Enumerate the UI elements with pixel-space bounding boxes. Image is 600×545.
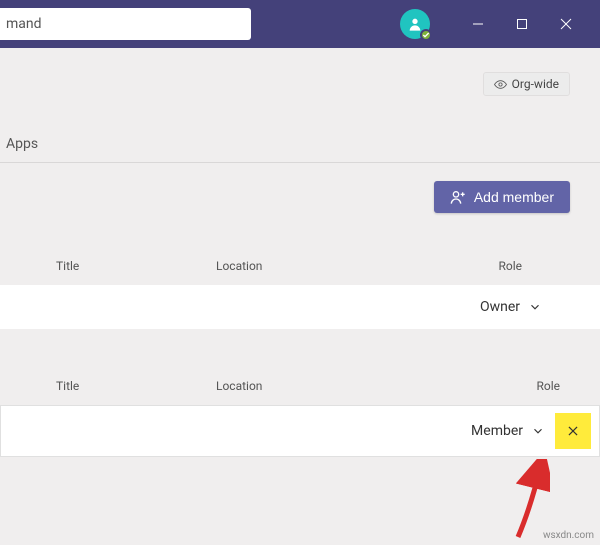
- org-tag-row: Org-wide: [0, 48, 600, 96]
- add-member-label: Add member: [474, 189, 554, 205]
- role-selector-owner[interactable]: Owner: [480, 299, 570, 315]
- table-row: Member: [0, 405, 600, 457]
- remove-member-button[interactable]: [555, 413, 591, 449]
- window-controls: [456, 0, 588, 48]
- table-row: Owner: [0, 285, 600, 329]
- avatar[interactable]: [400, 9, 430, 39]
- add-person-icon: [450, 189, 466, 205]
- column-location: Location: [216, 259, 436, 273]
- members-columns: Title Location Role: [0, 369, 600, 405]
- role-value: Member: [471, 423, 523, 439]
- add-member-button[interactable]: Add member: [434, 181, 570, 213]
- tab-apps[interactable]: Apps: [0, 126, 44, 162]
- org-tag-label: Org-wide: [512, 77, 559, 91]
- person-icon: [407, 16, 423, 32]
- search-input[interactable]: mand: [0, 8, 251, 40]
- members-section: Title Location Role Member: [0, 369, 600, 457]
- column-location: Location: [216, 379, 436, 393]
- role-selector-member[interactable]: Member: [471, 423, 545, 439]
- chevron-down-icon: [528, 300, 542, 314]
- maximize-button[interactable]: [500, 0, 544, 48]
- eye-icon: [494, 78, 507, 91]
- annotation-arrow: [510, 459, 550, 539]
- add-member-row: Add member: [0, 163, 600, 213]
- presence-badge: [420, 29, 432, 41]
- content-area: Org-wide Apps Add member Title Location …: [0, 48, 600, 457]
- search-input-text: mand: [6, 16, 42, 32]
- column-title: Title: [56, 379, 216, 393]
- titlebar: mand: [0, 0, 600, 48]
- minimize-button[interactable]: [456, 0, 500, 48]
- owners-section: Title Location Role Owner: [0, 249, 600, 329]
- column-role: Role: [436, 379, 570, 393]
- org-wide-tag[interactable]: Org-wide: [483, 72, 570, 96]
- close-button[interactable]: [544, 0, 588, 48]
- chevron-down-icon: [531, 424, 545, 438]
- role-value: Owner: [480, 299, 520, 315]
- watermark: wsxdn.com: [543, 530, 594, 541]
- tab-bar: Apps: [0, 126, 600, 163]
- column-role: Role: [436, 259, 570, 273]
- close-icon: [566, 424, 580, 438]
- column-title: Title: [56, 259, 216, 273]
- owners-columns: Title Location Role: [0, 249, 600, 285]
